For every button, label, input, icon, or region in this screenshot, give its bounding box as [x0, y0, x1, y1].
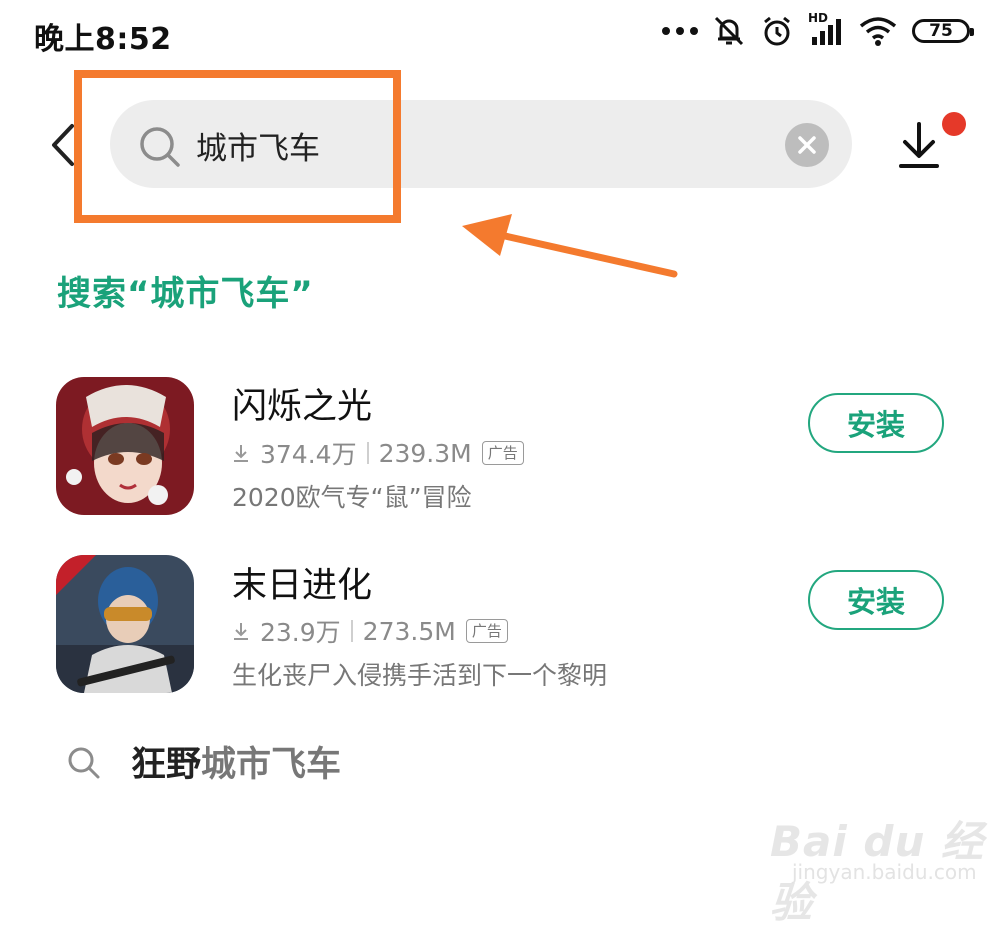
game-soldier-icon: [56, 555, 194, 693]
clear-search-button[interactable]: [785, 123, 829, 167]
status-time: 晚上8:52: [34, 22, 172, 57]
wifi-icon: [859, 17, 897, 46]
ad-badge: 广告: [481, 441, 524, 465]
app-icon-shanshuo[interactable]: [56, 377, 194, 515]
related-search-item[interactable]: 狂野城市飞车: [131, 736, 341, 787]
download-count: 23.9万: [260, 618, 341, 647]
app-meta: 374.4万 239.3M 广告: [232, 435, 524, 471]
download-count-icon: [234, 623, 248, 640]
status-icons: HD 75: [662, 11, 974, 48]
download-icon[interactable]: [895, 118, 943, 174]
app-description: 2020欧气专“鼠”冒险: [232, 483, 472, 512]
search-icon: [68, 747, 100, 779]
install-button[interactable]: 安装: [808, 570, 944, 630]
divider: [366, 442, 369, 464]
app-size: 239.3M: [378, 438, 472, 468]
app-name[interactable]: 末日进化: [232, 557, 372, 608]
mute-bell-icon: [714, 16, 744, 46]
annotation-highlight-box: [74, 70, 401, 223]
alarm-icon: [764, 16, 790, 46]
download-count-icon: [234, 445, 248, 462]
close-icon: [798, 136, 816, 154]
related-prefix: 狂野: [131, 745, 202, 785]
related-term: 城市飞车: [201, 745, 342, 785]
divider: [350, 620, 353, 642]
cell-signal-icon: HD: [808, 11, 844, 47]
app-size: 273.5M: [362, 616, 456, 646]
search-suggestion-link[interactable]: 搜索“城市飞车”: [57, 266, 314, 315]
watermark-url: jingyan.baidu.com: [792, 860, 977, 884]
ad-badge: 广告: [465, 619, 508, 643]
app-meta: 23.9万 273.5M 广告: [232, 613, 508, 649]
notification-dot: [942, 112, 966, 136]
download-count: 374.4万: [260, 440, 357, 469]
app-icon-mori[interactable]: [56, 555, 194, 693]
app-description: 生化丧尸入侵携手活到下一个黎明: [232, 661, 608, 690]
app-name[interactable]: 闪烁之光: [232, 378, 372, 429]
game-character-icon: [56, 377, 194, 515]
battery-icon: 75: [912, 19, 974, 43]
install-button[interactable]: 安装: [808, 393, 944, 453]
more-dots-icon: [662, 27, 698, 35]
